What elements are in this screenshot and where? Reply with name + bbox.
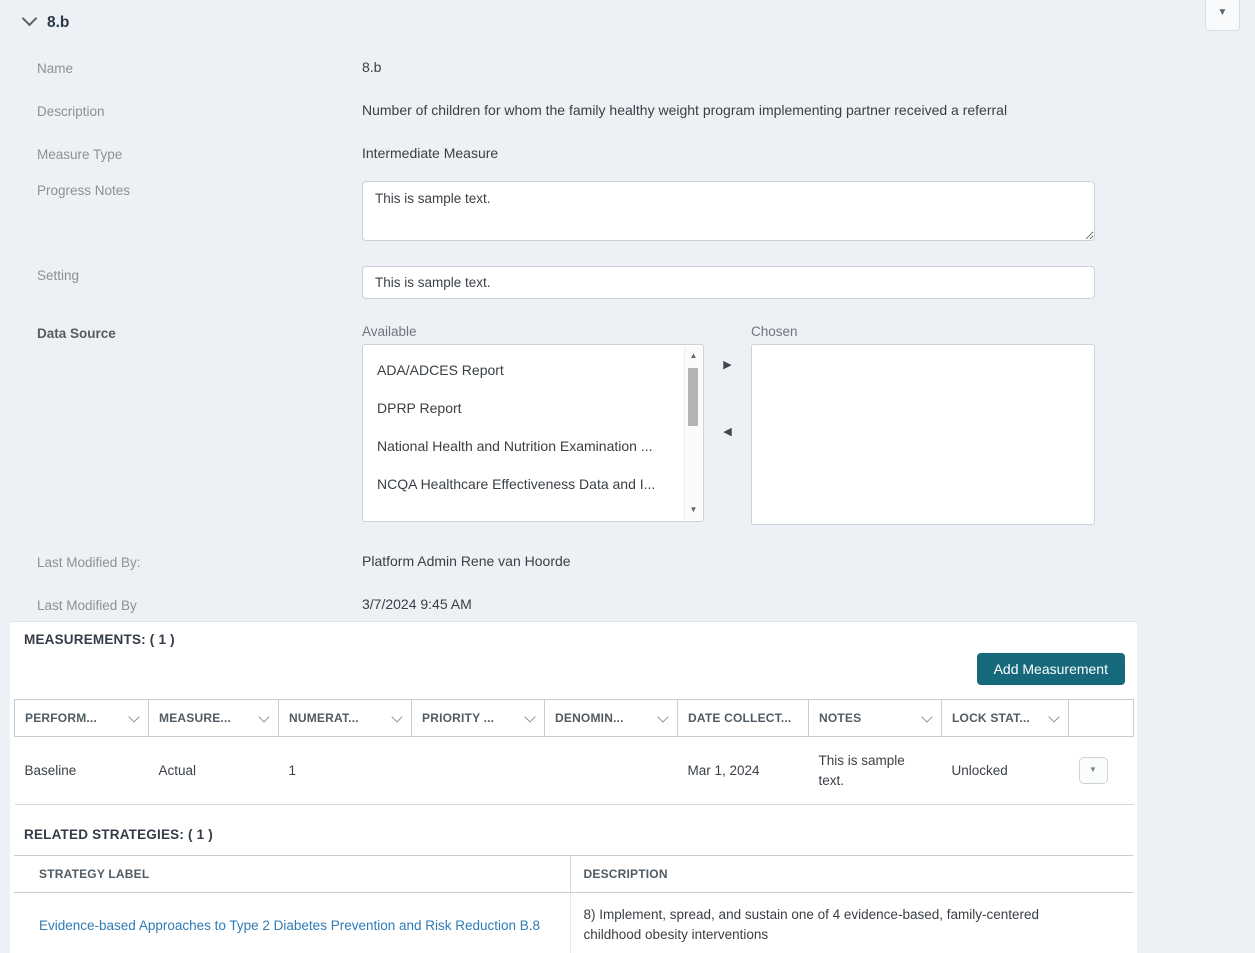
scroll-up-icon[interactable]: ▲ <box>685 348 702 364</box>
list-item[interactable]: NCQA Healthcare Effectiveness Data and I… <box>363 465 703 503</box>
chevron-down-icon[interactable] <box>921 711 932 722</box>
cell-strategy-description: 8) Implement, spread, and sustain one of… <box>570 893 1133 953</box>
progress-notes-label: Progress Notes <box>0 181 362 198</box>
column-header-measure[interactable]: MEASURE... <box>149 700 279 737</box>
table-row: Baseline Actual 1 Mar 1, 2024 This is sa… <box>15 737 1134 805</box>
chevron-down-icon[interactable] <box>258 711 269 722</box>
available-listbox: ADA/ADCES Report DPRP Report National He… <box>362 344 704 522</box>
field-row-progress-notes: Progress Notes This is sample text. <box>0 181 1255 244</box>
cell-denominator <box>545 737 678 805</box>
chevron-down-icon[interactable] <box>391 711 402 722</box>
cell-measure: Actual <box>149 737 279 805</box>
available-list-label: Available <box>362 324 704 339</box>
chevron-down-icon[interactable] <box>524 711 535 722</box>
chevron-down-icon[interactable] <box>657 711 668 722</box>
measure-type-label: Measure Type <box>0 145 362 162</box>
column-header-numerator[interactable]: NUMERAT... <box>279 700 412 737</box>
column-header-priority[interactable]: PRIORITY ... <box>412 700 545 737</box>
add-measurement-button[interactable]: Add Measurement <box>977 653 1125 685</box>
page-title: 8.b <box>47 14 69 31</box>
chevron-down-icon[interactable] <box>22 11 38 27</box>
move-right-icon[interactable]: ▶ <box>723 360 731 371</box>
strategy-link[interactable]: Evidence-based Approaches to Type 2 Diab… <box>39 918 540 933</box>
table-row: Evidence-based Approaches to Type 2 Diab… <box>14 893 1133 953</box>
column-header-performance[interactable]: PERFORM... <box>15 700 149 737</box>
field-row-description: Description Number of children for whom … <box>0 102 1255 119</box>
row-menu-button[interactable]: ▼ <box>1079 757 1108 784</box>
scroll-down-icon[interactable]: ▼ <box>685 502 702 518</box>
name-value: 8.b <box>362 59 1095 75</box>
move-left-icon[interactable]: ◀ <box>723 427 731 438</box>
scrollbar-thumb[interactable] <box>688 368 698 426</box>
setting-input[interactable] <box>362 266 1095 299</box>
description-value: Number of children for whom the family h… <box>362 102 1095 118</box>
measurements-table: PERFORM... MEASURE... NUMERAT... PRIORIT… <box>14 699 1134 805</box>
last-modified-by-label: Last Modified By: <box>0 553 362 570</box>
measure-detail-page: 8.b ▼ Name 8.b Description Number of chi… <box>0 0 1255 953</box>
progress-notes-textarea[interactable]: This is sample text. <box>362 181 1095 241</box>
header-menu-button[interactable]: ▼ <box>1205 0 1240 31</box>
cell-notes: This is sample text. <box>809 737 942 805</box>
data-source-dual-list: Available ADA/ADCES Report DPRP Report N… <box>362 324 1095 525</box>
field-row-last-modified-date: Last Modified By 3/7/2024 9:45 AM <box>0 596 1255 613</box>
page-header: 8.b ▼ <box>0 0 1255 39</box>
column-header-date-collected[interactable]: DATE COLLECT... <box>678 700 809 737</box>
cell-date-collected: Mar 1, 2024 <box>678 737 809 805</box>
last-modified-by-value: Platform Admin Rene van Hoorde <box>362 553 1095 569</box>
caret-down-icon: ▼ <box>1218 7 1228 18</box>
measure-type-value: Intermediate Measure <box>362 145 1095 161</box>
last-modified-date-label: Last Modified By <box>0 596 362 613</box>
column-header-lock-status[interactable]: LOCK STAT... <box>942 700 1069 737</box>
caret-down-icon: ▼ <box>1089 765 1097 774</box>
dual-list-controls: ▶ ◀ <box>704 324 751 525</box>
list-item[interactable]: DPRP Report <box>363 389 703 427</box>
cell-lock-status: Unlocked <box>942 737 1069 805</box>
column-header-actions <box>1069 700 1134 737</box>
cell-actions: ▼ <box>1069 737 1134 805</box>
chosen-list-label: Chosen <box>751 324 1095 339</box>
related-strategies-table: STRATEGY LABEL DESCRIPTION Evidence-base… <box>14 855 1133 953</box>
field-row-last-modified-by: Last Modified By: Platform Admin Rene va… <box>0 553 1255 570</box>
setting-label: Setting <box>0 266 362 283</box>
description-label: Description <box>0 102 362 119</box>
measurements-heading: MEASUREMENTS: ( 1 ) <box>10 632 1137 647</box>
last-modified-date-value: 3/7/2024 9:45 AM <box>362 596 1095 612</box>
column-header-strategy-label: STRATEGY LABEL <box>14 856 570 893</box>
name-label: Name <box>0 59 362 76</box>
list-item[interactable]: ADA/ADCES Report <box>363 351 703 389</box>
field-row-measure-type: Measure Type Intermediate Measure <box>0 145 1255 162</box>
strategies-header-row: STRATEGY LABEL DESCRIPTION <box>14 856 1133 893</box>
field-row-data-source: Data Source Available ADA/ADCES Report D… <box>0 324 1255 525</box>
chevron-down-icon[interactable] <box>1048 711 1059 722</box>
scrollbar[interactable]: ▲ ▼ <box>684 346 702 520</box>
list-item[interactable]: National Health and Nutrition Examinatio… <box>363 427 703 465</box>
column-header-notes[interactable]: NOTES <box>809 700 942 737</box>
chevron-down-icon[interactable] <box>128 711 139 722</box>
cell-priority <box>412 737 545 805</box>
field-row-name: Name 8.b <box>0 59 1255 76</box>
field-row-setting: Setting <box>0 266 1255 299</box>
cell-numerator: 1 <box>279 737 412 805</box>
chosen-listbox[interactable] <box>751 344 1095 525</box>
cell-performance: Baseline <box>15 737 149 805</box>
column-header-description: DESCRIPTION <box>570 856 1133 893</box>
measurements-header-row: PERFORM... MEASURE... NUMERAT... PRIORIT… <box>15 700 1134 737</box>
column-header-denominator[interactable]: DENOMIN... <box>545 700 678 737</box>
data-source-label: Data Source <box>0 324 362 341</box>
measurements-panel: MEASUREMENTS: ( 1 ) Add Measurement PERF… <box>10 621 1137 953</box>
related-strategies-heading: RELATED STRATEGIES: ( 1 ) <box>10 805 1137 855</box>
